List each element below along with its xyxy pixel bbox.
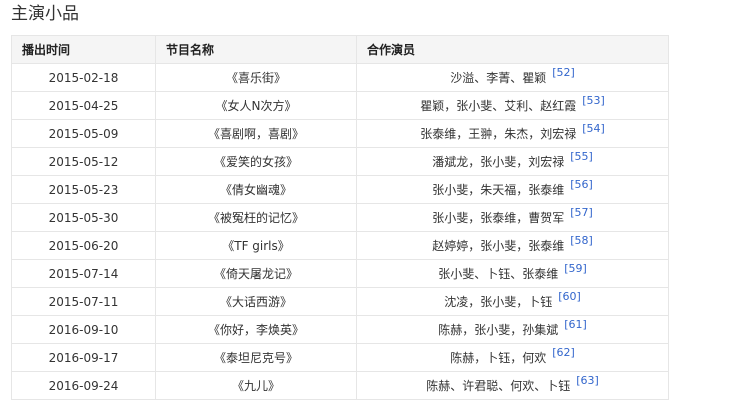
co-stars-cell: 张小斐，朱天福，张泰维 [56] bbox=[356, 175, 669, 204]
air-date-cell: 2015-06-20 bbox=[11, 231, 156, 260]
air-date-cell: 2015-05-30 bbox=[11, 203, 156, 232]
co-stars-cell: 潘斌龙，张小斐，刘宏禄 [55] bbox=[356, 147, 669, 176]
co-stars-text: 瞿颖，张小斐、艾利、赵红霞 bbox=[420, 99, 577, 113]
air-date-cell: 2015-04-25 bbox=[11, 91, 156, 120]
co-stars-text: 陈赫，卜钰，何欢 bbox=[450, 351, 547, 365]
program-name-cell: 《大话西游》 bbox=[155, 287, 357, 316]
air-date-cell: 2015-07-11 bbox=[11, 287, 156, 316]
table-row: 2015-04-25 《女人N次方》 瞿颖，张小斐、艾利、赵红霞 [53] bbox=[11, 91, 669, 120]
co-stars-cell: 陈赫，卜钰，何欢 [62] bbox=[356, 343, 669, 372]
program-name-cell: 《倚天屠龙记》 bbox=[155, 259, 357, 288]
air-date-cell: 2015-05-12 bbox=[11, 147, 156, 176]
co-stars-text: 赵婷婷，张小斐，张泰维 bbox=[432, 239, 565, 253]
program-name-cell: 《爱笑的女孩》 bbox=[155, 147, 357, 176]
co-stars-cell: 张小斐，张泰维，曹贺军 [57] bbox=[356, 203, 669, 232]
program-name-cell: 《女人N次方》 bbox=[155, 91, 357, 120]
co-stars-cell: 陈赫，张小斐，孙集斌 [61] bbox=[356, 315, 669, 344]
air-date-cell: 2016-09-24 bbox=[11, 371, 156, 400]
co-stars-text: 张小斐、卜钰、张泰维 bbox=[438, 267, 559, 281]
program-name-cell: 《泰坦尼克号》 bbox=[155, 343, 357, 372]
table-row: 2015-05-30 《被冤枉的记忆》 张小斐，张泰维，曹贺军 [57] bbox=[11, 203, 669, 232]
header-air-date: 播出时间 bbox=[11, 35, 156, 64]
co-stars-cell: 瞿颖，张小斐、艾利、赵红霞 [53] bbox=[356, 91, 669, 120]
table-body: 2015-02-18 《喜乐街》 沙溢、李菁、瞿颖 [52] 2015-04-25 《女人… bbox=[11, 63, 669, 400]
co-stars-cell: 陈赫、许君聪、何欢、卜钰 [63] bbox=[356, 371, 669, 400]
table-row: 2015-05-12 《爱笑的女孩》 潘斌龙，张小斐，刘宏禄 [55] bbox=[11, 147, 669, 176]
citation-link[interactable]: [54] bbox=[582, 122, 605, 135]
table-header-row: 播出时间 节目名称 合作演员 bbox=[11, 35, 669, 64]
co-stars-text: 陈赫、许君聪、何欢、卜钰 bbox=[426, 379, 571, 393]
co-stars-text: 张小斐，朱天福，张泰维 bbox=[432, 183, 565, 197]
table-row: 2015-06-20 《TF girls》 赵婷婷，张小斐，张泰维 [58] bbox=[11, 231, 669, 260]
air-date-cell: 2015-05-09 bbox=[11, 119, 156, 148]
co-stars-text: 沙溢、李菁、瞿颖 bbox=[450, 71, 547, 85]
program-name-cell: 《你好，李焕英》 bbox=[155, 315, 357, 344]
citation-link[interactable]: [52] bbox=[552, 66, 575, 79]
table-row: 2015-07-11 《大话西游》 沈凌，张小斐，卜钰 [60] bbox=[11, 287, 669, 316]
air-date-cell: 2016-09-17 bbox=[11, 343, 156, 372]
citation-link[interactable]: [60] bbox=[558, 290, 581, 303]
program-name-cell: 《被冤枉的记忆》 bbox=[155, 203, 357, 232]
section-title: 主演小品 bbox=[11, 4, 79, 24]
citation-link[interactable]: [58] bbox=[570, 234, 593, 247]
table-row: 2016-09-17 《泰坦尼克号》 陈赫，卜钰，何欢 [62] bbox=[11, 343, 669, 372]
program-name-cell: 《九儿》 bbox=[155, 371, 357, 400]
co-stars-cell: 沈凌，张小斐，卜钰 [60] bbox=[356, 287, 669, 316]
citation-link[interactable]: [63] bbox=[576, 374, 599, 387]
air-date-cell: 2015-02-18 bbox=[11, 63, 156, 92]
table-row: 2015-07-14 《倚天屠龙记》 张小斐、卜钰、张泰维 [59] bbox=[11, 259, 669, 288]
table-row: 2015-02-18 《喜乐街》 沙溢、李菁、瞿颖 [52] bbox=[11, 63, 669, 92]
citation-link[interactable]: [62] bbox=[552, 346, 575, 359]
header-co-stars: 合作演员 bbox=[356, 35, 669, 64]
table-row: 2015-05-09 《喜剧啊，喜剧》 张泰维，王翀，朱杰，刘宏禄 [54] bbox=[11, 119, 669, 148]
citation-link[interactable]: [59] bbox=[564, 262, 587, 275]
table-row: 2016-09-24 《九儿》 陈赫、许君聪、何欢、卜钰 [63] bbox=[11, 371, 669, 400]
citation-link[interactable]: [57] bbox=[570, 206, 593, 219]
table-row: 2016-09-10 《你好，李焕英》 陈赫，张小斐，孙集斌 [61] bbox=[11, 315, 669, 344]
program-name-cell: 《倩女幽魂》 bbox=[155, 175, 357, 204]
works-table: 播出时间 节目名称 合作演员 2015-02-18 《喜乐街》 沙溢、李菁、瞿颖 [5… bbox=[11, 35, 669, 400]
co-stars-text: 沈凌，张小斐，卜钰 bbox=[444, 295, 553, 309]
co-stars-text: 张小斐，张泰维，曹贺军 bbox=[432, 211, 565, 225]
citation-link[interactable]: [55] bbox=[570, 150, 593, 163]
citation-link[interactable]: [61] bbox=[564, 318, 587, 331]
header-program-name: 节目名称 bbox=[155, 35, 357, 64]
citation-link[interactable]: [56] bbox=[570, 178, 593, 191]
program-name-cell: 《TF girls》 bbox=[155, 231, 357, 260]
co-stars-cell: 赵婷婷，张小斐，张泰维 [58] bbox=[356, 231, 669, 260]
air-date-cell: 2015-07-14 bbox=[11, 259, 156, 288]
air-date-cell: 2016-09-10 bbox=[11, 315, 156, 344]
air-date-cell: 2015-05-23 bbox=[11, 175, 156, 204]
co-stars-text: 潘斌龙，张小斐，刘宏禄 bbox=[432, 155, 565, 169]
co-stars-cell: 张小斐、卜钰、张泰维 [59] bbox=[356, 259, 669, 288]
co-stars-cell: 沙溢、李菁、瞿颖 [52] bbox=[356, 63, 669, 92]
citation-link[interactable]: [53] bbox=[582, 94, 605, 107]
co-stars-text: 陈赫，张小斐，孙集斌 bbox=[438, 323, 559, 337]
program-name-cell: 《喜乐街》 bbox=[155, 63, 357, 92]
co-stars-text: 张泰维，王翀，朱杰，刘宏禄 bbox=[420, 127, 577, 141]
program-name-cell: 《喜剧啊，喜剧》 bbox=[155, 119, 357, 148]
table-row: 2015-05-23 《倩女幽魂》 张小斐，朱天福，张泰维 [56] bbox=[11, 175, 669, 204]
co-stars-cell: 张泰维，王翀，朱杰，刘宏禄 [54] bbox=[356, 119, 669, 148]
